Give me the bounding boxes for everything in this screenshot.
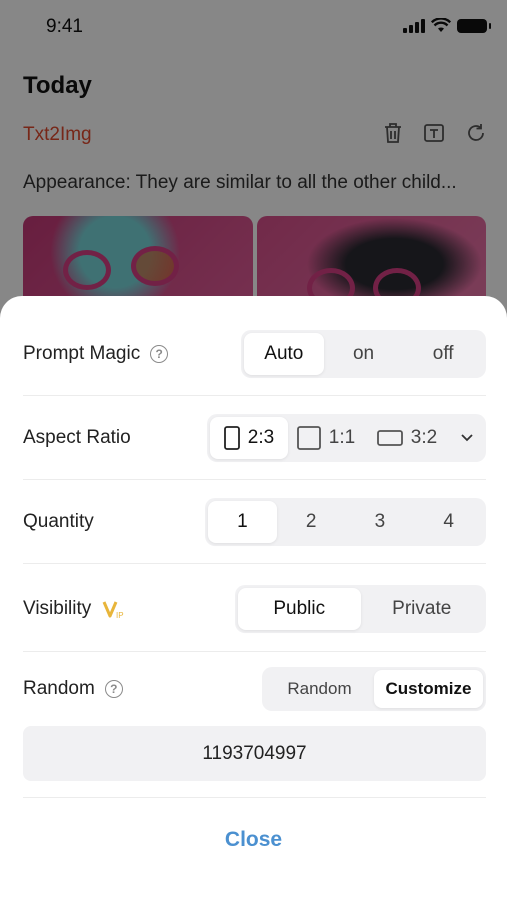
aspect-ratio-3-2-label: 3:2 <box>410 426 438 448</box>
aspect-ratio-3-2[interactable]: 3:2 <box>364 417 450 459</box>
prompt-magic-label: Prompt Magic ? <box>23 342 169 365</box>
help-icon[interactable]: ? <box>104 680 123 698</box>
visibility-row: Visibility IP Public Private <box>23 566 486 652</box>
settings-sheet: Prompt Magic ? Auto on off Aspect Ratio … <box>0 296 507 900</box>
quantity-label: Quantity <box>23 510 94 532</box>
prompt-magic-row: Prompt Magic ? Auto on off <box>23 312 486 396</box>
quantity-segmented: 1 2 3 4 <box>205 497 486 546</box>
prompt-magic-on[interactable]: on <box>324 333 404 375</box>
quantity-4[interactable]: 4 <box>414 501 483 543</box>
visibility-private[interactable]: Private <box>361 588 484 630</box>
quantity-row: Quantity 1 2 3 4 <box>23 480 486 564</box>
quantity-2[interactable]: 2 <box>277 501 346 543</box>
random-segmented: Random Customize <box>262 667 486 711</box>
random-option[interactable]: Random <box>265 670 374 708</box>
aspect-ratio-more[interactable] <box>450 417 483 459</box>
divider <box>23 797 486 798</box>
prompt-magic-off[interactable]: off <box>403 333 483 375</box>
square-ratio-icon <box>296 425 321 450</box>
aspect-ratio-1-1-label: 1:1 <box>328 426 356 448</box>
prompt-magic-segmented: Auto on off <box>241 329 486 378</box>
random-row: Random ? Random Customize <box>23 652 486 726</box>
aspect-ratio-row: Aspect Ratio 2:3 1:1 3:2 <box>23 396 486 480</box>
visibility-label: Visibility IP <box>23 598 127 620</box>
seed-input[interactable]: 1193704997 <box>23 726 486 781</box>
landscape-ratio-icon <box>376 429 403 446</box>
quantity-3[interactable]: 3 <box>346 501 415 543</box>
customize-option[interactable]: Customize <box>374 670 483 708</box>
visibility-text: Visibility <box>23 597 92 619</box>
aspect-ratio-2-3-label: 2:3 <box>247 426 275 448</box>
visibility-public[interactable]: Public <box>238 587 361 630</box>
portrait-ratio-icon <box>223 425 240 450</box>
svg-text:IP: IP <box>116 611 124 620</box>
quantity-1[interactable]: 1 <box>208 500 277 543</box>
help-icon[interactable]: ? <box>150 344 169 363</box>
chevron-down-icon <box>460 433 473 441</box>
close-button[interactable]: Close <box>0 828 507 852</box>
random-text: Random <box>23 678 95 699</box>
prompt-magic-auto[interactable]: Auto <box>244 332 324 375</box>
aspect-ratio-label: Aspect Ratio <box>23 426 131 448</box>
visibility-segmented: Public Private <box>235 584 486 633</box>
aspect-ratio-2-3[interactable]: 2:3 <box>210 416 288 459</box>
aspect-ratio-segmented: 2:3 1:1 3:2 <box>207 413 486 462</box>
aspect-ratio-1-1[interactable]: 1:1 <box>288 417 364 459</box>
random-label: Random ? <box>23 678 123 700</box>
vip-icon: IP <box>102 600 124 620</box>
prompt-magic-text: Prompt Magic <box>23 342 141 364</box>
